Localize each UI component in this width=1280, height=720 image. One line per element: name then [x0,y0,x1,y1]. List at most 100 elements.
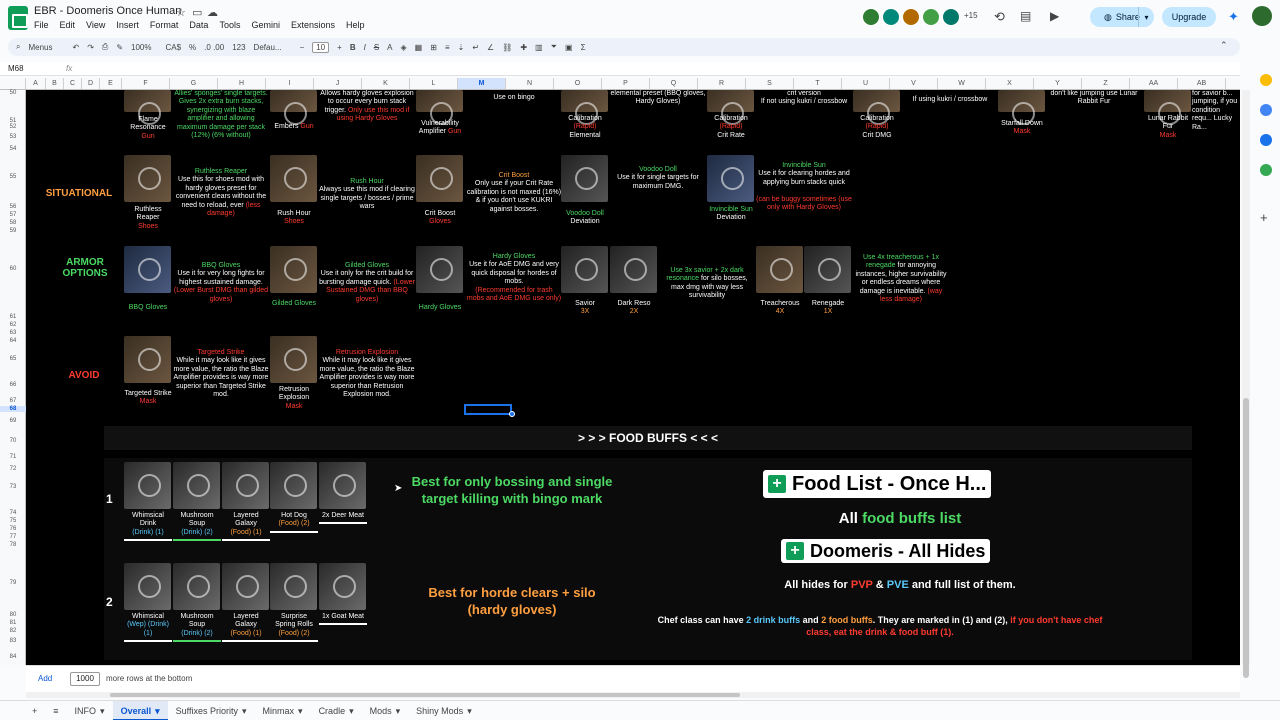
collapse-menus-icon[interactable]: ⌃ [1220,40,1228,51]
fill-handle[interactable] [509,411,515,417]
text-color-icon[interactable]: A [387,43,392,52]
row-header-72[interactable]: 72 [0,466,26,472]
print-icon[interactable]: ⎙ [102,42,108,52]
column-header-u[interactable]: U [842,78,890,89]
add-rows-button[interactable]: Add [38,674,52,683]
all-hides-link[interactable]: + Doomeris - All Hides [781,539,991,563]
tasks-icon[interactable] [1260,104,1272,116]
tab-minmax[interactable]: Minmax ▾ [255,701,311,720]
row-header-53[interactable]: 53 [0,134,26,140]
borders-icon[interactable]: ▦ [415,43,423,52]
food-list-link[interactable]: + Food List - Once H... [763,470,992,498]
row-header-54[interactable]: 54 [0,146,26,152]
menu-tools[interactable]: Tools [219,20,240,30]
row-header-64[interactable]: 64 [0,338,26,344]
row-header-65[interactable]: 65 [0,356,26,362]
star-icon[interactable]: ☆ [176,6,186,19]
gemini-icon[interactable]: ✦ [1228,9,1239,25]
row-header-77[interactable]: 77 [0,534,26,540]
filter-views-icon[interactable]: ▣ [565,43,573,52]
column-header-f[interactable]: F [122,78,170,89]
column-header-i[interactable]: I [266,78,314,89]
name-box[interactable]: M68 [8,64,24,73]
column-header-aa[interactable]: AA [1130,78,1178,89]
menu-view[interactable]: View [86,20,105,30]
chevron-down-icon[interactable]: ▾ [155,701,160,719]
row-header-74[interactable]: 74 [0,510,26,516]
currency-format-button[interactable]: CA$ [165,43,181,52]
tab-mods[interactable]: Mods ▾ [362,701,409,720]
menu-gemini[interactable]: Gemini [251,20,280,30]
insert-chart-icon[interactable]: ▥ [535,43,543,52]
redo-icon[interactable]: ↷ [87,43,94,52]
column-header-m[interactable]: M [458,78,506,89]
column-header-a[interactable]: A [26,78,46,89]
keep-icon[interactable] [1260,74,1272,86]
decimal-buttons[interactable]: .0 .00 [204,43,224,52]
column-header-v[interactable]: V [890,78,938,89]
history-icon[interactable]: ⟲ [994,9,1005,25]
column-header-w[interactable]: W [938,78,986,89]
tab-shiny-mods[interactable]: Shiny Mods ▾ [408,701,480,720]
rows-count-input[interactable]: 1000 [70,672,100,686]
row-header-79[interactable]: 79 [0,580,26,586]
number-format-button[interactable]: 123 [232,43,245,52]
tab-overall[interactable]: Overall ▾ [112,700,168,720]
row-header-83[interactable]: 83 [0,638,26,644]
zoom-select[interactable]: 100% [131,43,151,52]
row-header-60[interactable]: 60 [0,266,26,272]
font-size-decrease-icon[interactable]: − [300,43,305,52]
horizontal-scroll-thumb[interactable] [110,693,740,697]
italic-icon[interactable]: I [364,43,366,52]
menus-search-label[interactable]: Menus [28,43,52,52]
functions-icon[interactable]: Σ [581,43,586,52]
chevron-down-icon[interactable]: ▾ [396,701,401,720]
filter-icon[interactable]: ⏷ [551,42,557,52]
row-header-67[interactable]: 67 [0,398,26,404]
column-header-e[interactable]: E [100,78,122,89]
column-header-x[interactable]: X [986,78,1034,89]
get-addons-icon[interactable]: + [1260,210,1268,225]
align-vertical-icon[interactable]: ⇣ [458,43,465,52]
insert-link-icon[interactable]: ⛓ [502,43,512,52]
vertical-scroll-thumb[interactable] [1243,398,1249,678]
column-header-c[interactable]: C [64,78,82,89]
column-header-b[interactable]: B [46,78,64,89]
text-rotate-icon[interactable]: ∠ [487,43,494,52]
strikethrough-icon[interactable]: S [374,43,379,52]
menu-extensions[interactable]: Extensions [291,20,335,30]
collaborator-avatar[interactable] [882,8,900,26]
column-header-o[interactable]: O [554,78,602,89]
column-header-s[interactable]: S [746,78,794,89]
sheets-logo-icon[interactable] [8,6,28,30]
cloud-status-icon[interactable]: ☁ [207,6,218,19]
paint-format-icon[interactable]: ✎ [116,43,123,52]
row-header-70[interactable]: 70 [0,438,26,444]
column-header-p[interactable]: P [602,78,650,89]
chevron-down-icon[interactable]: ▾ [349,701,354,720]
contacts-icon[interactable] [1260,134,1272,146]
row-header-75[interactable]: 75 [0,518,26,524]
search-icon[interactable]: ⌕ [16,42,20,52]
row-header-55[interactable]: 55 [0,174,26,180]
chevron-down-icon[interactable]: ▾ [467,701,472,720]
row-header-84[interactable]: 84 [0,654,26,660]
row-header-66[interactable]: 66 [0,382,26,388]
move-folder-icon[interactable]: ▭ [192,6,202,19]
row-header-56[interactable]: 56 [0,204,26,210]
add-sheet-icon[interactable]: + [24,701,45,720]
column-header-d[interactable]: D [82,78,100,89]
row-header-63[interactable]: 63 [0,330,26,336]
column-header-q[interactable]: Q [650,78,698,89]
tab-suffixes-priority[interactable]: Suffixes Priority ▾ [168,701,255,720]
chevron-down-icon[interactable]: ▾ [100,701,105,720]
selected-cell[interactable] [464,404,512,415]
column-header-y[interactable]: Y [1034,78,1082,89]
row-header-69[interactable]: 69 [0,418,26,424]
column-header-h[interactable]: H [218,78,266,89]
tab-cradle[interactable]: Cradle ▾ [311,701,362,720]
row-header-73[interactable]: 73 [0,484,26,490]
merge-cells-icon[interactable]: ⊞ [430,43,437,52]
text-wrap-icon[interactable]: ↵ [472,43,479,52]
percent-format-button[interactable]: % [189,43,196,52]
